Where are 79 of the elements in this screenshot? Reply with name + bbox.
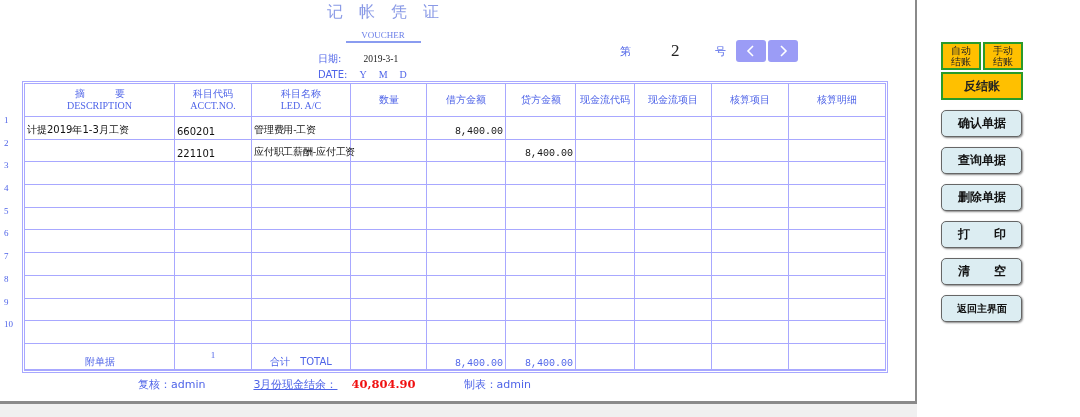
date-value: 2019-3-1 (363, 54, 399, 64)
table-cell: 管理费用-工资 (252, 117, 351, 140)
table-cell (506, 298, 576, 322)
number-prefix: 第 (620, 43, 631, 59)
table-cell: 221101 (175, 139, 252, 163)
total-label: 合计 TOTAL (252, 343, 351, 370)
row-number: 4 (4, 183, 9, 194)
action-button[interactable]: 清 空 (941, 258, 1022, 285)
date-label-en: DATE: (318, 69, 348, 80)
action-button[interactable]: 打 印 (941, 221, 1022, 248)
attachments-label: 附单据 (25, 343, 175, 370)
row-number: 8 (4, 273, 9, 284)
table-cell (506, 117, 576, 140)
date-part-label: Y (359, 69, 367, 80)
table-cell (576, 207, 635, 231)
row-number: 6 (4, 228, 9, 239)
number-suffix: 号 (714, 43, 726, 59)
row-number: 3 (4, 160, 9, 171)
column-header: 数量 (351, 84, 427, 117)
column-header: 现金流项目 (635, 84, 712, 117)
attachments-count: 1 (175, 343, 252, 370)
column-header: 核算项目 (712, 84, 789, 117)
column-header: 贷方金额 (506, 84, 576, 117)
close-account-button[interactable]: 自动 结账 (941, 42, 981, 70)
chevron-right-icon (777, 45, 788, 57)
table-cell (576, 321, 635, 344)
column-header: 科目名称 LED. A/C (252, 84, 351, 117)
row-number: 2 (4, 137, 9, 148)
voucher-number: 2 (671, 41, 680, 61)
action-button[interactable]: 删除单据 (941, 184, 1022, 211)
action-button[interactable]: 确认单据 (941, 110, 1022, 137)
action-button[interactable]: 返回主界面 (941, 295, 1022, 322)
table-cell (506, 275, 576, 299)
total-credit: 8,400.00 (506, 343, 576, 370)
total-debit: 8,400.00 (427, 343, 506, 370)
table-cell (576, 253, 635, 276)
table-cell (576, 139, 635, 163)
row-number: 9 (4, 296, 9, 307)
column-header: 现金流代码 (576, 84, 635, 117)
row-number: 1 (4, 115, 9, 125)
date-part-label: D (399, 69, 407, 80)
table-cell (506, 207, 576, 231)
table-cell (576, 343, 635, 370)
voucher-title: 记 帐 凭 证 (327, 2, 439, 23)
reviewer-text: 复核：admin (138, 376, 206, 392)
date-label: 日期: (318, 52, 342, 66)
row-number: 7 (4, 251, 9, 262)
table-cell (576, 117, 635, 140)
row-number: 5 (4, 205, 9, 216)
table-cell: 8,400.00 (506, 139, 576, 163)
row-number: 10 (4, 319, 13, 330)
table-cell (576, 162, 635, 186)
action-button[interactable]: 查询单据 (941, 147, 1022, 174)
previous-button[interactable] (735, 40, 766, 62)
table-cell (506, 253, 576, 276)
column-header: 核算明细 (789, 84, 885, 117)
table-cell (576, 275, 635, 299)
table-cell (576, 298, 635, 322)
reverse-close-button[interactable]: 反结账 (941, 72, 1023, 100)
cash-balance-link[interactable]: 3月份现金结余： (253, 376, 338, 392)
column-header: 科目代码 ACCT.NO. (175, 84, 252, 117)
close-account-button[interactable]: 手动 结账 (983, 42, 1023, 70)
table-cell (506, 321, 576, 344)
table-cell: 8,400.00 (427, 117, 506, 140)
table-cell (576, 185, 635, 208)
maker-text: 制表：admin (463, 376, 531, 392)
column-header: 摘 要 DESCRIPTION (25, 84, 175, 117)
chevron-left-icon (745, 45, 756, 57)
cash-balance-value: 40,804.90 (351, 377, 416, 392)
column-header: 借方金额 (427, 84, 506, 117)
date-part-label: M (378, 69, 388, 80)
table-cell: 计提2019年1-3月工资 (25, 117, 175, 140)
next-button[interactable] (767, 40, 798, 62)
table-cell (506, 185, 576, 208)
table-cell (506, 162, 576, 186)
table-cell (506, 230, 576, 254)
voucher-subtitle: VOUCHER (345, 25, 421, 43)
table-cell (576, 230, 635, 254)
table-cell: 660201 (175, 117, 252, 140)
